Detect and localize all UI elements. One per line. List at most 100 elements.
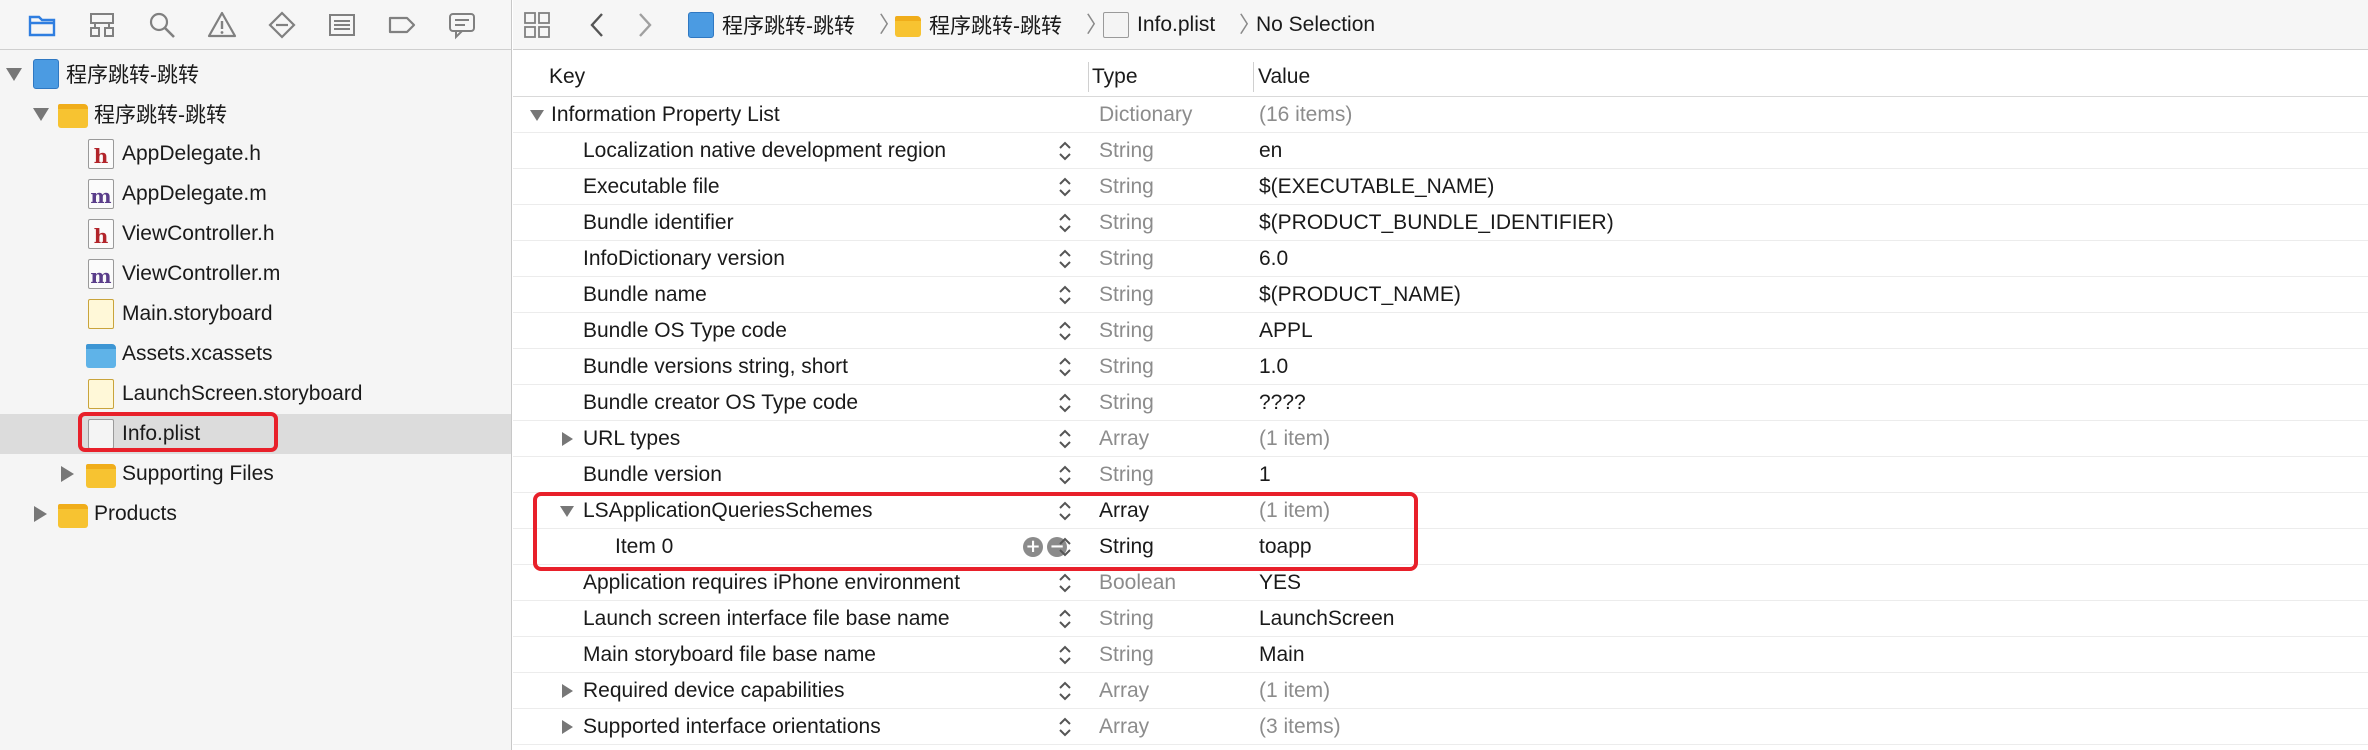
plist-value[interactable]: LaunchScreen — [1259, 601, 1394, 637]
plist-key[interactable]: Bundle versions string, short — [583, 349, 848, 385]
plist-row[interactable]: Bundle creator OS Type code String???? — [513, 385, 2368, 421]
disclosure-triangle-icon[interactable] — [30, 504, 50, 524]
plist-key[interactable]: Executable file — [583, 169, 720, 205]
key-stepper-icon[interactable] — [1056, 427, 1074, 451]
disclosure-triangle-icon[interactable] — [57, 464, 77, 484]
plist-row[interactable]: Launch screen interface file base name St… — [513, 601, 2368, 637]
key-stepper-icon[interactable] — [1056, 211, 1074, 235]
plist-row[interactable]: Localization native development region St… — [513, 133, 2368, 169]
plist-row[interactable]: Information Property List Dictionary (16 i… — [513, 97, 2368, 133]
test-diamond-icon[interactable] — [266, 9, 298, 41]
tree-item-appdelegate-m[interactable]: m AppDelegate.m — [0, 174, 511, 214]
plist-key[interactable]: Information Property List — [551, 97, 780, 133]
disclosure-triangle-icon[interactable] — [4, 64, 24, 84]
plist-row[interactable]: Executable file String $(EXECUTABLE_NAME) — [513, 169, 2368, 205]
plist-value[interactable]: $(EXECUTABLE_NAME) — [1259, 169, 1494, 205]
plist-type[interactable]: String — [1099, 277, 1154, 313]
plist-value[interactable]: (3 items) — [1259, 709, 1341, 745]
plist-type[interactable]: String — [1099, 349, 1154, 385]
disclosure-triangle-icon[interactable] — [559, 431, 575, 447]
plist-row[interactable]: Required device capabilities Array (1 item… — [513, 673, 2368, 709]
plist-type[interactable]: String — [1099, 169, 1154, 205]
column-divider[interactable] — [1088, 62, 1089, 92]
tree-item-appdelegate-h[interactable]: h AppDelegate.h — [0, 134, 511, 174]
plist-type[interactable]: String — [1099, 241, 1154, 277]
key-stepper-icon[interactable] — [1056, 283, 1074, 307]
search-icon[interactable] — [146, 9, 178, 41]
plist-key[interactable]: InfoDictionary version — [583, 241, 785, 277]
disclosure-triangle-icon[interactable] — [529, 107, 545, 123]
plist-value[interactable]: $(PRODUCT_BUNDLE_IDENTIFIER) — [1259, 205, 1614, 241]
key-stepper-icon[interactable] — [1056, 139, 1074, 163]
disclosure-triangle-icon[interactable] — [31, 104, 51, 124]
key-stepper-icon[interactable] — [1056, 247, 1074, 271]
tree-item-group[interactable]: 程序跳转-跳转 — [0, 94, 511, 134]
column-header-value[interactable]: Value — [1258, 56, 1310, 97]
plist-type[interactable]: String — [1099, 601, 1154, 637]
plist-key[interactable]: Main storyboard file base name — [583, 637, 876, 673]
plist-key[interactable]: URL types — [583, 421, 680, 457]
breakpoint-tag-icon[interactable] — [386, 9, 418, 41]
plist-type[interactable]: String — [1099, 205, 1154, 241]
plist-value[interactable]: 1.0 — [1259, 349, 1288, 385]
column-divider[interactable] — [1253, 62, 1254, 92]
plist-type[interactable]: String — [1099, 637, 1154, 673]
hierarchy-icon[interactable] — [86, 9, 118, 41]
key-stepper-icon[interactable] — [1056, 679, 1074, 703]
key-stepper-icon[interactable] — [1056, 715, 1074, 739]
key-stepper-icon[interactable] — [1056, 319, 1074, 343]
breadcrumb-group[interactable]: 程序跳转-跳转 — [895, 0, 1062, 50]
plist-row[interactable]: URL types Array (1 item) — [513, 421, 2368, 457]
plist-value[interactable]: Main — [1259, 637, 1305, 673]
breadcrumb-project[interactable]: 程序跳转-跳转 — [688, 0, 855, 50]
tree-item-products[interactable]: Products — [0, 494, 511, 534]
plist-row[interactable]: Supported interface orientations Array (3 … — [513, 709, 2368, 745]
key-stepper-icon[interactable] — [1056, 571, 1074, 595]
plist-row[interactable]: Bundle version String 1 — [513, 457, 2368, 493]
related-items-icon[interactable] — [523, 0, 551, 50]
key-stepper-icon[interactable] — [1056, 607, 1074, 631]
plist-type[interactable]: String — [1099, 385, 1154, 421]
column-header-key[interactable]: Key — [549, 56, 585, 97]
plist-row[interactable]: Bundle versions string, short String 1.0 — [513, 349, 2368, 385]
disclosure-triangle-icon[interactable] — [559, 719, 575, 735]
key-stepper-icon[interactable] — [1056, 355, 1074, 379]
plist-key[interactable]: Required device capabilities — [583, 673, 845, 709]
plist-type[interactable]: String — [1099, 457, 1154, 493]
key-stepper-icon[interactable] — [1056, 463, 1074, 487]
plist-value[interactable]: en — [1259, 133, 1282, 169]
forward-chevron-icon[interactable] — [635, 0, 655, 50]
comment-bubble-icon[interactable] — [446, 9, 478, 41]
plist-key[interactable]: Bundle version — [583, 457, 722, 493]
key-stepper-icon[interactable] — [1056, 175, 1074, 199]
plist-key[interactable]: Bundle creator OS Type code — [583, 385, 858, 421]
plist-value[interactable]: (1 item) — [1259, 421, 1330, 457]
plist-type[interactable]: Dictionary — [1099, 97, 1192, 133]
tree-item-supporting-files[interactable]: Supporting Files — [0, 454, 511, 494]
plist-value[interactable]: 1 — [1259, 457, 1271, 493]
tree-item-main-storyboard[interactable]: Main.storyboard — [0, 294, 511, 334]
plist-row[interactable]: Bundle name String $(PRODUCT_NAME) — [513, 277, 2368, 313]
plist-row[interactable]: Bundle identifier String $(PRODUCT_BUNDLE_… — [513, 205, 2368, 241]
tree-item-launchscreen[interactable]: LaunchScreen.storyboard — [0, 374, 511, 414]
plist-type[interactable]: String — [1099, 313, 1154, 349]
breadcrumb-selection[interactable]: No Selection — [1256, 0, 1375, 50]
tree-item-viewcontroller-h[interactable]: h ViewController.h — [0, 214, 511, 254]
back-chevron-icon[interactable] — [587, 0, 607, 50]
plist-key[interactable]: Bundle name — [583, 277, 707, 313]
plist-row[interactable]: InfoDictionary version String 6.0 — [513, 241, 2368, 277]
column-header-type[interactable]: Type — [1092, 56, 1138, 97]
plist-row[interactable]: Bundle OS Type code String APPL — [513, 313, 2368, 349]
disclosure-triangle-icon[interactable] — [559, 683, 575, 699]
plist-type[interactable]: Array — [1099, 673, 1149, 709]
folder-icon[interactable] — [26, 9, 58, 41]
plist-type[interactable]: String — [1099, 133, 1154, 169]
tree-item-viewcontroller-m[interactable]: m ViewController.m — [0, 254, 511, 294]
list-icon[interactable] — [326, 9, 358, 41]
plist-value[interactable]: (16 items) — [1259, 97, 1352, 133]
warning-icon[interactable] — [206, 9, 238, 41]
plist-type[interactable]: Array — [1099, 421, 1149, 457]
plist-key[interactable]: Bundle OS Type code — [583, 313, 787, 349]
plist-value[interactable]: $(PRODUCT_NAME) — [1259, 277, 1461, 313]
plist-value[interactable]: ???? — [1259, 385, 1306, 421]
